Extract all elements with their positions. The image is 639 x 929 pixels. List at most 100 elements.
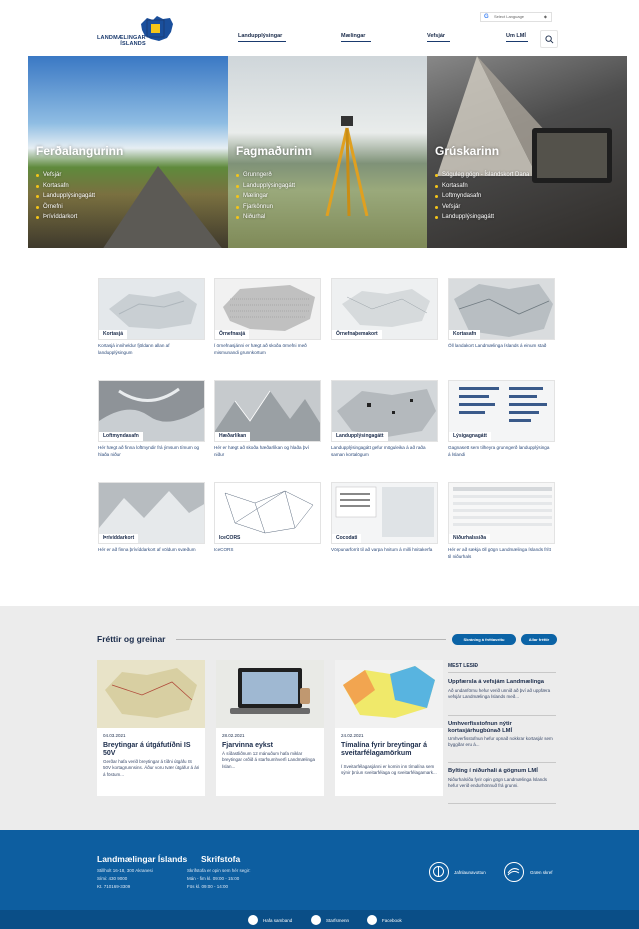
most-read-title[interactable]: Uppfærsla á vefsjám Landmælinga [448,679,556,686]
hero-link[interactable]: Þrívíddarkort [36,212,95,223]
contact-link[interactable]: Hafa samband [263,918,292,923]
hero-link[interactable]: Loftmyndasafn [435,191,529,202]
nav-maelingar[interactable]: Mælingar [341,33,365,45]
service-tile-haedarlikan[interactable]: Hæðarlíkan Hér er hægt að skoða hæðarlík… [214,380,321,458]
news-heading: Fréttir og greinar [97,634,166,644]
hero-link[interactable]: Kortasafn [36,181,95,192]
most-read-title[interactable]: Umhverfisstofnun nýtir kortasjárhugbúnað… [448,721,556,734]
service-label: Landupplýsingagátt [332,432,388,441]
most-read-excerpt: Umhverfisstofnun hefur opnað nokkrar kor… [448,736,553,748]
footer-office-line: Fös kl. 09:00 - 14:00 [187,884,229,889]
search-icon [545,35,554,44]
staff-link[interactable]: Starfsmenn [326,918,349,923]
nav-underline [238,41,286,42]
divider [448,803,556,804]
news-title[interactable]: Breytingar á útgáfutíðni IS 50V [103,742,201,757]
search-button[interactable] [540,30,558,48]
nav-underline [341,41,371,42]
service-desc: Kortasjá inniheldur fjöldann allan af la… [98,343,170,355]
nav-landupplysingar[interactable]: Landupplýsingar [238,33,282,45]
footer-office-line: Mán - fim kl. 09:00 - 15:00 [187,876,240,881]
news-title[interactable]: Fjarvinna eykst [222,742,320,750]
service-thumbnail: Örnefnaþemakort [331,278,438,340]
service-thumbnail: Kortasafn [448,278,555,340]
hero-link[interactable]: Landupplýsingagátt [435,212,529,223]
logo[interactable]: LANDMÆLINGAR ÍSLANDS [97,14,177,48]
news-excerpt: Í Sveitarfélagasjánni er komin inn tímal… [341,764,437,776]
service-tile-ornefnathemakort[interactable]: Örnefnaþemakort [331,278,438,343]
hero-link[interactable]: Niðurhal [236,212,295,223]
equal-pay-link[interactable]: Jafnlaunavottun [454,870,486,875]
service-tile-icecors[interactable]: IceCORS IceCORS [214,482,321,554]
iceland-map-icon [141,16,173,41]
hero-link[interactable]: Mælingar [236,191,295,202]
most-read-item[interactable]: Umhverfisstofnun nýtir kortasjárhugbúnað… [448,721,556,748]
map-thumb-icon [105,668,197,718]
service-thumbnail: Hæðarlíkan [214,380,321,442]
most-read-excerpt: Niðurhalsíða fyrir opin gögn Landmælinga… [448,776,548,788]
nav-vefsjar[interactable]: Vefsjár [427,33,445,45]
all-news-button[interactable]: Allar fréttir [521,634,557,645]
green-steps-icon[interactable] [504,862,524,882]
service-label: Kortasjá [99,330,128,339]
footer-office-line: Skrifstofa er opin sem hér segir: [187,868,251,873]
news-title[interactable]: Tímalína fyrir breytingar á sveitarfélag… [341,742,439,757]
hero-link[interactable]: Vefsjár [36,170,95,181]
most-read-excerpt: Að undanförnu hefur verið unnið að því a… [448,687,551,699]
service-label: IceCORS [215,534,245,543]
service-label: Niðurhalssíða [449,534,491,543]
nav-um-lmi[interactable]: Um LMÍ [506,33,526,45]
facebook-link[interactable]: Facebook [382,918,402,923]
service-desc: Hér er að finna þrívíddarkort af völdum … [98,547,196,552]
hero-fagmadurinn[interactable]: Fagmaðurinn Grunngerð Landupplýsingagátt… [228,56,427,248]
survey-tripod-icon [325,116,369,216]
service-tile-kortasafn[interactable]: Kortasafn Öll landakort Landmælinga Ísla… [448,278,555,350]
service-tile-ornefnasja[interactable]: Örnefnasjá Í örnefnasjánni er hægt að sk… [214,278,321,356]
service-tile-kortasja[interactable]: Kortasjá Kortasjá inniheldur fjöldann al… [98,278,205,356]
hero-link[interactable]: Landupplýsingagátt [36,191,95,202]
subscribe-button[interactable]: Skráning á fréttaveitu [452,634,516,645]
news-card[interactable]: 24.02.2021 Tímalína fyrir breytingar á s… [335,660,443,796]
hero-link[interactable]: Vefsjár [435,202,529,213]
most-read-item[interactable]: Uppfærsla á vefsjám Landmælinga Að undan… [448,679,556,700]
service-tile-landupplysingagatt[interactable]: Landupplýsingagátt Landupplýsingagátt ge… [331,380,438,458]
news-card[interactable]: 28.02.2021 Fjarvinna eykst Á síðastliðnu… [216,660,324,796]
hero-link[interactable]: Landupplýsingagátt [236,181,295,192]
news-date: 28.02.2021 [222,733,245,738]
green-steps-link[interactable]: Græn skref [530,870,553,875]
mail-icon[interactable] [248,915,258,925]
hero-ferdalangurinn[interactable]: Ferðalangurinn Vefsjár Kortasafn Landupp… [28,56,228,248]
equal-pay-icon[interactable] [429,862,449,882]
footer-phone[interactable]: Sími: 430 9000 [97,876,127,881]
service-tile-lysigagnagatt[interactable]: Lýsigagnagátt Gagnasett sem tilheyra gru… [448,380,555,458]
service-tile-cocodati[interactable]: Cocodati Vörpunarforrit til að varpa hni… [331,482,438,554]
hero-link[interactable]: Örnefni [36,202,95,213]
hero-gruskarinn[interactable]: Grúskarinn Söguleg gögn - Íslandskort Da… [427,56,627,248]
service-tile-thrividdarkort[interactable]: Þrívíddarkort Hér er að finna þrívíddark… [98,482,205,554]
divider [448,715,556,716]
divider [448,762,556,763]
most-read-heading: MEST LESIÐ [448,663,479,669]
hero-link[interactable]: Kortasafn [435,181,529,192]
hero-link[interactable]: Fjarkönnun [236,202,295,213]
service-thumbnail: IceCORS [214,482,321,544]
service-tile-nidurhalssida[interactable]: Niðurhalssíða Hér er að sækja öll gögn L… [448,482,555,560]
caret-icon: ◆ [543,14,547,19]
most-read-item[interactable]: Bylting í niðurhali á gögnum LMÍ Niðurha… [448,768,556,789]
hero-link[interactable]: Söguleg gögn - Íslandskort Dana [435,170,529,181]
most-read-title[interactable]: Bylting í niðurhali á gögnum LMÍ [448,768,556,775]
service-thumbnail: Loftmyndasafn [98,380,205,442]
news-card-image [335,660,443,728]
facebook-icon[interactable] [367,915,377,925]
news-excerpt: Á síðastliðnum 12 mánuðum hafa miklar br… [222,751,316,769]
service-label: Loftmyndasafn [99,432,143,441]
language-select[interactable]: G Select Language ◆ [480,12,552,22]
people-icon[interactable] [311,915,321,925]
hero-link-list: Vefsjár Kortasafn Landupplýsingagátt Örn… [36,170,95,223]
news-card[interactable]: 04.03.2021 Breytingar á útgáfutíðni IS 5… [97,660,205,796]
hero-link-list: Grunngerð Landupplýsingagátt Mælingar Fj… [236,170,295,223]
hero-link[interactable]: Grunngerð [236,170,295,181]
service-tile-loftmyndasafn[interactable]: Loftmyndasafn Hér hægt að finna loftmynd… [98,380,205,458]
service-label: Lýsigagnagátt [449,432,491,441]
hero-title: Fagmaðurinn [236,144,313,158]
